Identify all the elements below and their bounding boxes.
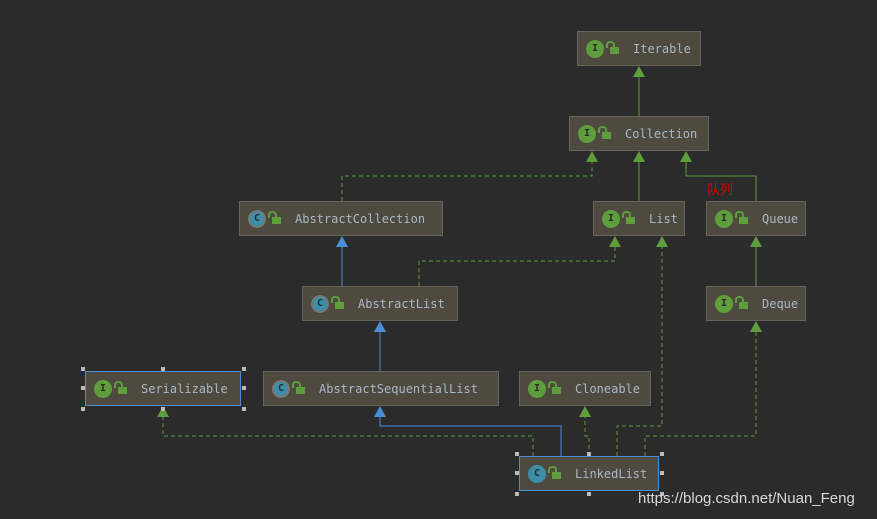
edge-linkedlist-to-list [616, 236, 668, 456]
edge-linkedlist-to-cloneable [579, 406, 591, 456]
node-collection[interactable]: I Collection [569, 116, 709, 151]
node-queue[interactable]: I Queue [706, 201, 806, 236]
edge-deque-to-queue [750, 236, 762, 286]
arrowhead [750, 236, 762, 247]
public-lock-icon [622, 211, 635, 224]
arrowhead [750, 321, 762, 332]
watermark: https://blog.csdn.net/Nuan_Feng [638, 490, 855, 507]
node-label: AbstractSequentialList [319, 381, 478, 396]
public-lock-icon [735, 211, 748, 224]
node-abstractlist[interactable]: C AbstractList [302, 286, 458, 321]
node-label: Deque [762, 296, 799, 311]
arrowhead [680, 151, 692, 162]
interface-icon: I [715, 209, 733, 228]
resize-handle[interactable] [242, 367, 246, 371]
public-lock-icon [548, 466, 561, 479]
arrowhead [609, 236, 621, 247]
queue-annotation: 队列 [707, 183, 734, 198]
public-lock-icon [268, 211, 281, 224]
abstract-class-icon: C [311, 294, 329, 313]
interface-icon: I [578, 124, 596, 143]
node-list[interactable]: I List [593, 201, 685, 236]
resize-handle[interactable] [515, 492, 519, 496]
node-abstractsequentiallist[interactable]: C AbstractSequentialList [263, 371, 499, 406]
arrowhead [633, 151, 645, 162]
public-lock-icon [292, 381, 305, 394]
public-lock-icon [735, 296, 748, 309]
resize-handle[interactable] [660, 471, 664, 475]
resize-handle[interactable] [242, 407, 246, 411]
resize-handle[interactable] [161, 367, 165, 371]
edge-collection-to-iterable [633, 66, 645, 116]
resize-handle[interactable] [587, 452, 591, 456]
resize-handle[interactable] [81, 386, 85, 390]
public-lock-icon [598, 126, 611, 139]
resize-handle[interactable] [660, 452, 664, 456]
edge-abstractcollection-to-collection [341, 151, 598, 201]
interface-icon: I [715, 294, 733, 313]
arrowhead [336, 236, 348, 247]
edge-list-to-collection [633, 151, 645, 201]
node-label: Queue [762, 211, 799, 226]
arrowhead [656, 236, 668, 247]
node-cloneable[interactable]: I Cloneable [519, 371, 651, 406]
interface-icon: I [528, 379, 546, 398]
interface-icon: I [586, 39, 604, 58]
resize-handle[interactable] [161, 407, 165, 411]
public-lock-icon [548, 381, 561, 394]
class-icon: C [528, 464, 546, 483]
arrowhead [579, 406, 591, 417]
abstract-class-icon: C [248, 209, 266, 228]
resize-handle[interactable] [587, 492, 591, 496]
node-label: Cloneable [575, 381, 641, 396]
node-serializable[interactable]: I Serializable [85, 371, 241, 406]
node-label: AbstractList [358, 296, 445, 311]
interface-icon: I [94, 379, 112, 398]
edge-linkedlist-to-serializable [157, 406, 534, 456]
node-label: Serializable [141, 381, 228, 396]
arrowhead [633, 66, 645, 77]
resize-handle[interactable] [515, 452, 519, 456]
node-iterable[interactable]: I Iterable [577, 31, 701, 66]
node-label: Collection [625, 126, 698, 141]
edge-abstractsequentiallist-to-abstractlist [374, 321, 386, 371]
interface-icon: I [602, 209, 620, 228]
public-lock-icon [331, 296, 344, 309]
node-label: LinkedList [575, 466, 648, 481]
node-label: Iterable [633, 41, 691, 56]
node-label: AbstractCollection [295, 211, 426, 226]
arrowhead [374, 321, 386, 332]
edge-linkedlist-to-deque [644, 321, 762, 456]
edge-abstractlist-to-abstractcollection [336, 236, 348, 286]
arrowhead [374, 406, 386, 417]
abstract-class-icon: C [272, 379, 290, 398]
resize-handle[interactable] [515, 471, 519, 475]
node-deque[interactable]: I Deque [706, 286, 806, 321]
node-label: List [649, 211, 678, 226]
arrowhead [586, 151, 598, 162]
node-linkedlist[interactable]: C LinkedList [519, 456, 659, 491]
resize-handle[interactable] [81, 407, 85, 411]
public-lock-icon [114, 381, 127, 394]
edges-layer [157, 66, 762, 456]
node-abstractcollection[interactable]: C AbstractCollection [239, 201, 443, 236]
resize-handle[interactable] [242, 386, 246, 390]
resize-handle[interactable] [81, 367, 85, 371]
public-lock-icon [606, 41, 619, 54]
edge-abstractlist-to-list [418, 236, 621, 286]
